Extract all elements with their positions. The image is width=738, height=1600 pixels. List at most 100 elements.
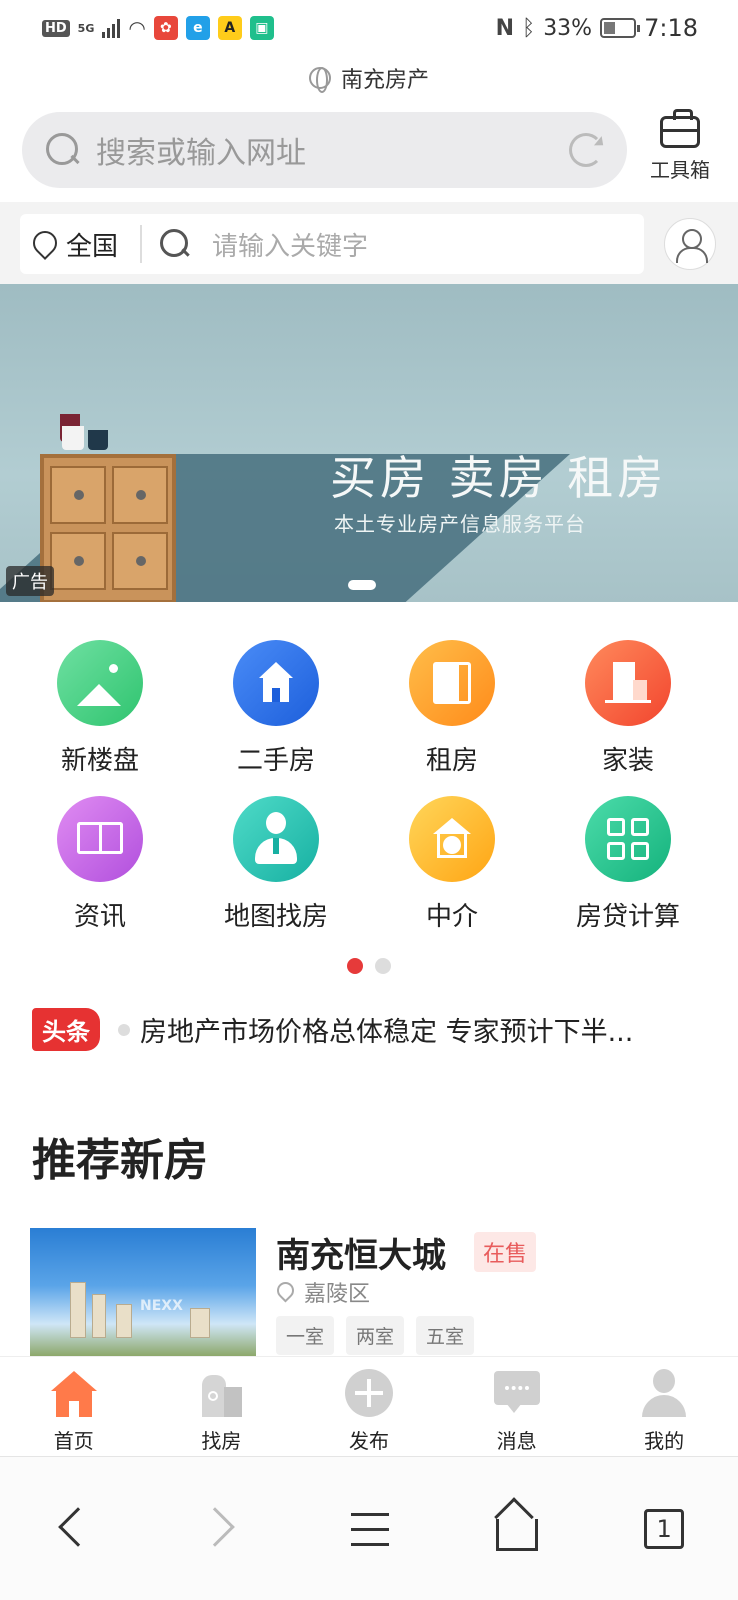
page-dot-active (347, 958, 363, 974)
toolbox-label: 工具箱 (650, 158, 710, 182)
nfc-icon: N (495, 15, 514, 41)
ad-label: 广告 (6, 566, 54, 596)
property-location: 嘉陵区 (276, 1276, 370, 1308)
tab-find-home[interactable]: 找房 (148, 1357, 296, 1456)
home-nav-icon[interactable] (487, 1496, 547, 1559)
tab-label: 我的 (644, 1429, 685, 1453)
toolbox-icon (660, 109, 700, 148)
category-rent[interactable]: 租房 (372, 630, 532, 777)
section-title: 推荐新房 (32, 1135, 208, 1186)
location-search-bar: 全国 请输入关键字 (20, 214, 644, 274)
wifi-icon: ◠ (128, 16, 146, 40)
furniture-icon (585, 640, 671, 726)
toolbox-button[interactable]: 工具箱 (640, 109, 720, 183)
banner-title: 买房 卖房 租房 (330, 451, 668, 505)
door-icon (409, 640, 495, 726)
chat-icon (492, 1367, 542, 1419)
browser-address-bar[interactable]: 搜索或输入网址 (22, 112, 627, 188)
grid-page-indicator (0, 958, 738, 974)
headline-text[interactable]: 房地产市场价格总体稳定 专家预计下半... (140, 1010, 688, 1049)
category-second-hand[interactable]: 二手房 (196, 630, 356, 777)
back-arrow-icon[interactable] (44, 1499, 104, 1559)
plus-circle-icon (344, 1367, 394, 1419)
banner-indicator (348, 580, 376, 590)
app-notification-icon: A (217, 16, 242, 40)
category-label: 家装 (601, 746, 654, 776)
room-tag: 一室 (276, 1316, 335, 1355)
cabinet-illustration (40, 454, 176, 602)
tab-messages[interactable]: 消息 (443, 1357, 591, 1456)
tab-count: 1 (644, 1508, 685, 1549)
location-pin-icon (32, 231, 54, 257)
category-new-homes[interactable]: 新楼盘 (20, 630, 180, 777)
keyword-search-input[interactable]: 请输入关键字 (212, 226, 368, 263)
tab-label: 找房 (201, 1429, 242, 1453)
status-badge: 在售 (474, 1232, 537, 1272)
site-tab-bar: 首页 找房 发布 消息 我的 (0, 1356, 738, 1456)
category-label: 地图找房 (223, 902, 328, 932)
tab-label: 消息 (496, 1429, 537, 1453)
forward-arrow-icon[interactable] (191, 1499, 251, 1559)
site-header: 全国 请输入关键字 (0, 202, 738, 284)
refresh-icon[interactable] (569, 133, 603, 167)
property-name[interactable]: 南充恒大城 (276, 1228, 446, 1277)
room-tag: 两室 (346, 1316, 405, 1355)
page-dot (375, 958, 391, 974)
property-thumbnail[interactable]: NEXX (30, 1228, 256, 1356)
user-icon (639, 1367, 689, 1419)
app-notification-icon: e (185, 16, 210, 40)
banner-subtitle: 本土专业房产信息服务平台 (334, 512, 586, 536)
clock: 7:18 (644, 14, 698, 42)
headline-badge: 头条 (32, 1008, 100, 1051)
bullet-dot (118, 1023, 130, 1036)
hd-badge: HD (42, 19, 70, 37)
category-label: 租房 (425, 746, 478, 776)
status-bar: HD 5G ◠ ✿ e A ▣ N ᛒ 33% 7:18 (0, 0, 738, 56)
house-icon (233, 640, 319, 726)
category-label: 中介 (425, 902, 478, 932)
battery-percent: 33% (543, 15, 593, 41)
home-yuan-icon (409, 796, 495, 882)
address-placeholder: 搜索或输入网址 (96, 136, 306, 171)
tab-publish[interactable]: 发布 (295, 1357, 443, 1456)
status-right: N ᛒ 33% 7:18 (496, 14, 698, 42)
tabs-counter-icon[interactable]: 1 (634, 1499, 694, 1559)
location-pin-icon (276, 1282, 292, 1302)
property-listing[interactable]: NEXX 南充恒大城 在售 嘉陵区 一室 两室 五室 (30, 1228, 710, 1356)
category-mortgage-calculator[interactable]: 房贷计算 (548, 786, 708, 933)
site-title[interactable]: 南充房产 (0, 62, 738, 94)
room-tags: 一室 两室 五室 (276, 1316, 475, 1355)
tab-mine[interactable]: 我的 (590, 1357, 738, 1456)
battery-icon (600, 18, 641, 38)
bluetooth-icon: ᛒ (521, 15, 536, 41)
category-decoration[interactable]: 家装 (548, 630, 708, 777)
menu-icon[interactable] (339, 1499, 399, 1559)
category-news[interactable]: 资讯 (20, 786, 180, 933)
signal-icon (102, 18, 121, 38)
category-label: 房贷计算 (575, 902, 680, 932)
category-agency[interactable]: 中介 (372, 786, 532, 933)
user-profile-button[interactable] (664, 218, 716, 270)
book-icon (57, 796, 143, 882)
district-label: 嘉陵区 (304, 1282, 371, 1307)
agent-icon (233, 796, 319, 882)
home-icon (49, 1367, 99, 1419)
network-type: 5G (77, 21, 95, 35)
city-selector[interactable]: 全国 (66, 226, 118, 263)
site-title-text: 南充房产 (340, 68, 429, 93)
thumbnail-watermark: NEXX (140, 1298, 183, 1314)
globe-icon (308, 67, 331, 93)
cup-decoration (62, 426, 84, 450)
category-map-search[interactable]: 地图找房 (196, 786, 356, 933)
cup-decoration (88, 430, 108, 450)
app-notification-icon: ▣ (249, 16, 274, 40)
search-icon (160, 229, 190, 259)
ad-banner[interactable]: 买房 卖房 租房 本土专业房产信息服务平台 广告 (0, 284, 738, 602)
calculator-icon (585, 796, 671, 882)
category-label: 二手房 (236, 746, 315, 776)
headline-ticker[interactable]: 头条 房地产市场价格总体稳定 专家预计下半... (32, 1008, 712, 1051)
search-icon (46, 133, 80, 167)
building-search-icon (196, 1367, 246, 1419)
tab-home[interactable]: 首页 (0, 1357, 148, 1456)
status-left: HD 5G ◠ ✿ e A ▣ (42, 16, 274, 40)
